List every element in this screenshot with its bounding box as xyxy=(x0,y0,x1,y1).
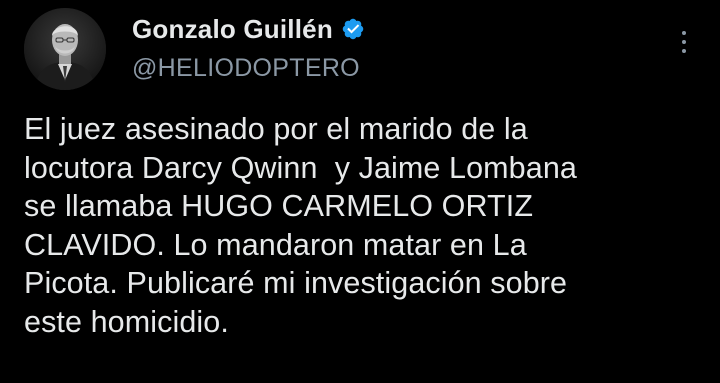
tweet-text-line: CLAVIDO. Lo mandaron matar en La xyxy=(24,227,527,262)
author-names: Gonzalo Guillén @HELIODOPTERO xyxy=(132,12,365,83)
author-handle[interactable]: @HELIODOPTERO xyxy=(132,54,365,83)
display-name[interactable]: Gonzalo Guillén xyxy=(132,14,333,45)
avatar[interactable] xyxy=(24,8,106,90)
verified-badge-icon xyxy=(341,17,365,41)
more-options-button[interactable] xyxy=(672,24,696,60)
tweet-text: El juez asesinado por el marido de la loc… xyxy=(24,110,704,341)
display-name-row: Gonzalo Guillén xyxy=(132,12,365,46)
tweet-text-line: El juez asesinado por el marido de la xyxy=(24,112,528,146)
tweet-text-line: Picota. Publicaré mi investigación sobre xyxy=(24,266,568,300)
tweet-text-line: locutora Darcy Qwinn y Jaime Lombana xyxy=(24,150,577,185)
more-vertical-icon xyxy=(682,31,686,35)
tweet-header: Gonzalo Guillén @HELIODOPTERO xyxy=(24,6,696,90)
tweet-card: Gonzalo Guillén @HELIODOPTERO El juez as… xyxy=(0,0,720,383)
tweet-text-line: este homicidio. xyxy=(24,304,229,339)
tweet-text-line: se llamaba HUGO CARMELO ORTIZ xyxy=(24,189,534,223)
profile-photo-icon xyxy=(24,8,106,90)
